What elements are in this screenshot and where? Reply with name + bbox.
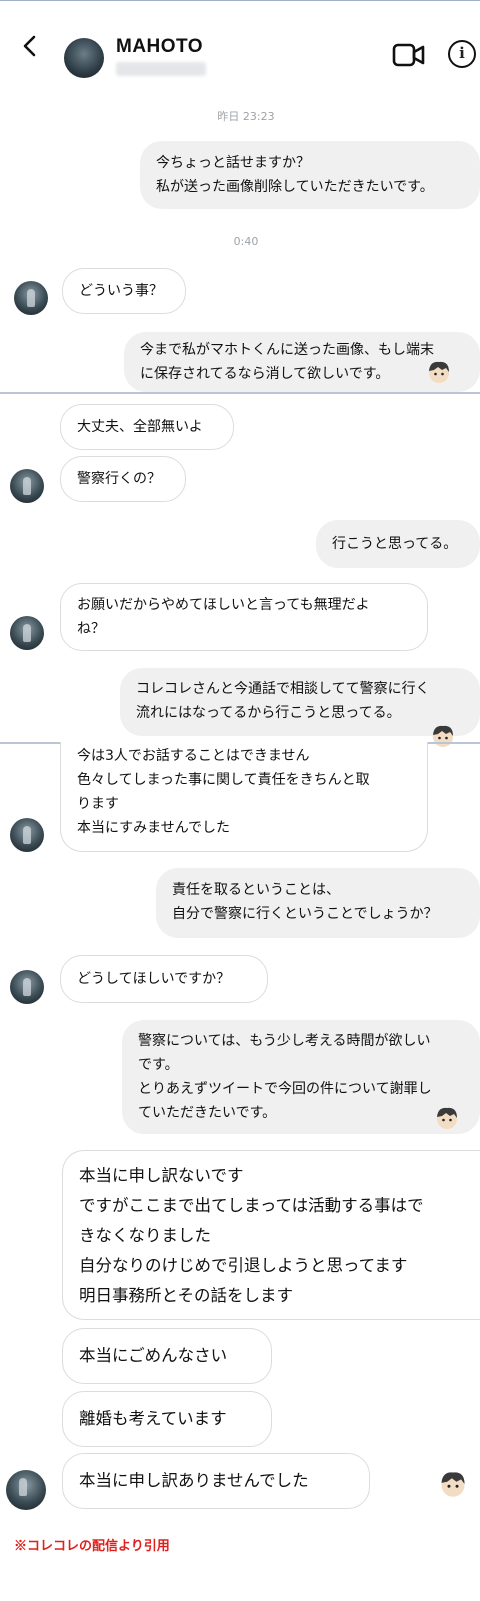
contact-name[interactable]: MAHOTO (116, 36, 203, 58)
message-received[interactable]: 本当にごめんなさい (62, 1328, 272, 1384)
source-caption: ※コレコレの配信より引用 (14, 1538, 170, 1553)
seen-avatar-icon (430, 724, 456, 748)
message-sent[interactable]: 行こうと思ってる。 (316, 520, 480, 568)
message-received[interactable]: どうしてほしいですか？ (60, 955, 268, 1003)
chevron-left-icon[interactable] (18, 34, 42, 58)
screenshot-divider (0, 392, 480, 394)
contact-username-blurred (116, 62, 206, 76)
message-received[interactable]: 離婚も考えています (62, 1391, 272, 1447)
avatar[interactable] (10, 818, 44, 852)
seen-avatar-icon (438, 1470, 468, 1498)
info-icon[interactable]: i (448, 40, 476, 68)
message-received[interactable]: 本当に申し訳ないです ですがここまで出てしまっては活動する事はで きなくなりまし… (62, 1150, 480, 1320)
avatar[interactable] (10, 970, 44, 1004)
avatar[interactable] (64, 38, 104, 78)
message-received[interactable]: お願いだからやめてほしいと言っても無理だよ ね？ (60, 583, 428, 651)
seen-avatar-icon (426, 360, 452, 384)
seen-avatar-icon (434, 1106, 460, 1130)
message-received[interactable]: 今は3人でお話することはできません 色々してしまった事に関して責任をきちんと取 … (60, 742, 428, 852)
message-sent[interactable]: 今ちょっと話せますか？ 私が送った画像削除していただきたいです。 (140, 141, 480, 209)
avatar[interactable] (10, 469, 44, 503)
avatar[interactable] (14, 281, 48, 315)
video-camera-icon[interactable] (392, 42, 426, 72)
message-sent[interactable]: コレコレさんと今通話で相談してて警察に行く 流れにはなってるから行こうと思ってる… (120, 668, 480, 736)
avatar[interactable] (6, 1470, 46, 1510)
message-received[interactable]: 本当に申し訳ありませんでした (62, 1453, 370, 1509)
timestamp: 昨日 23:23 (217, 110, 275, 123)
timestamp: 0:40 (233, 235, 259, 248)
message-received[interactable]: どういう事？ (62, 268, 186, 314)
avatar[interactable] (10, 616, 44, 650)
message-received[interactable]: 大丈夫、全部無いよ (60, 404, 234, 450)
message-received[interactable]: 警察行くの？ (60, 456, 186, 502)
message-sent[interactable]: 責任を取るということは、 自分で警察に行くということでしょうか？ (156, 868, 480, 938)
message-sent[interactable]: 警察については、もう少し考える時間が欲しい です。 とりあえずツイートで今回の件… (122, 1020, 480, 1134)
